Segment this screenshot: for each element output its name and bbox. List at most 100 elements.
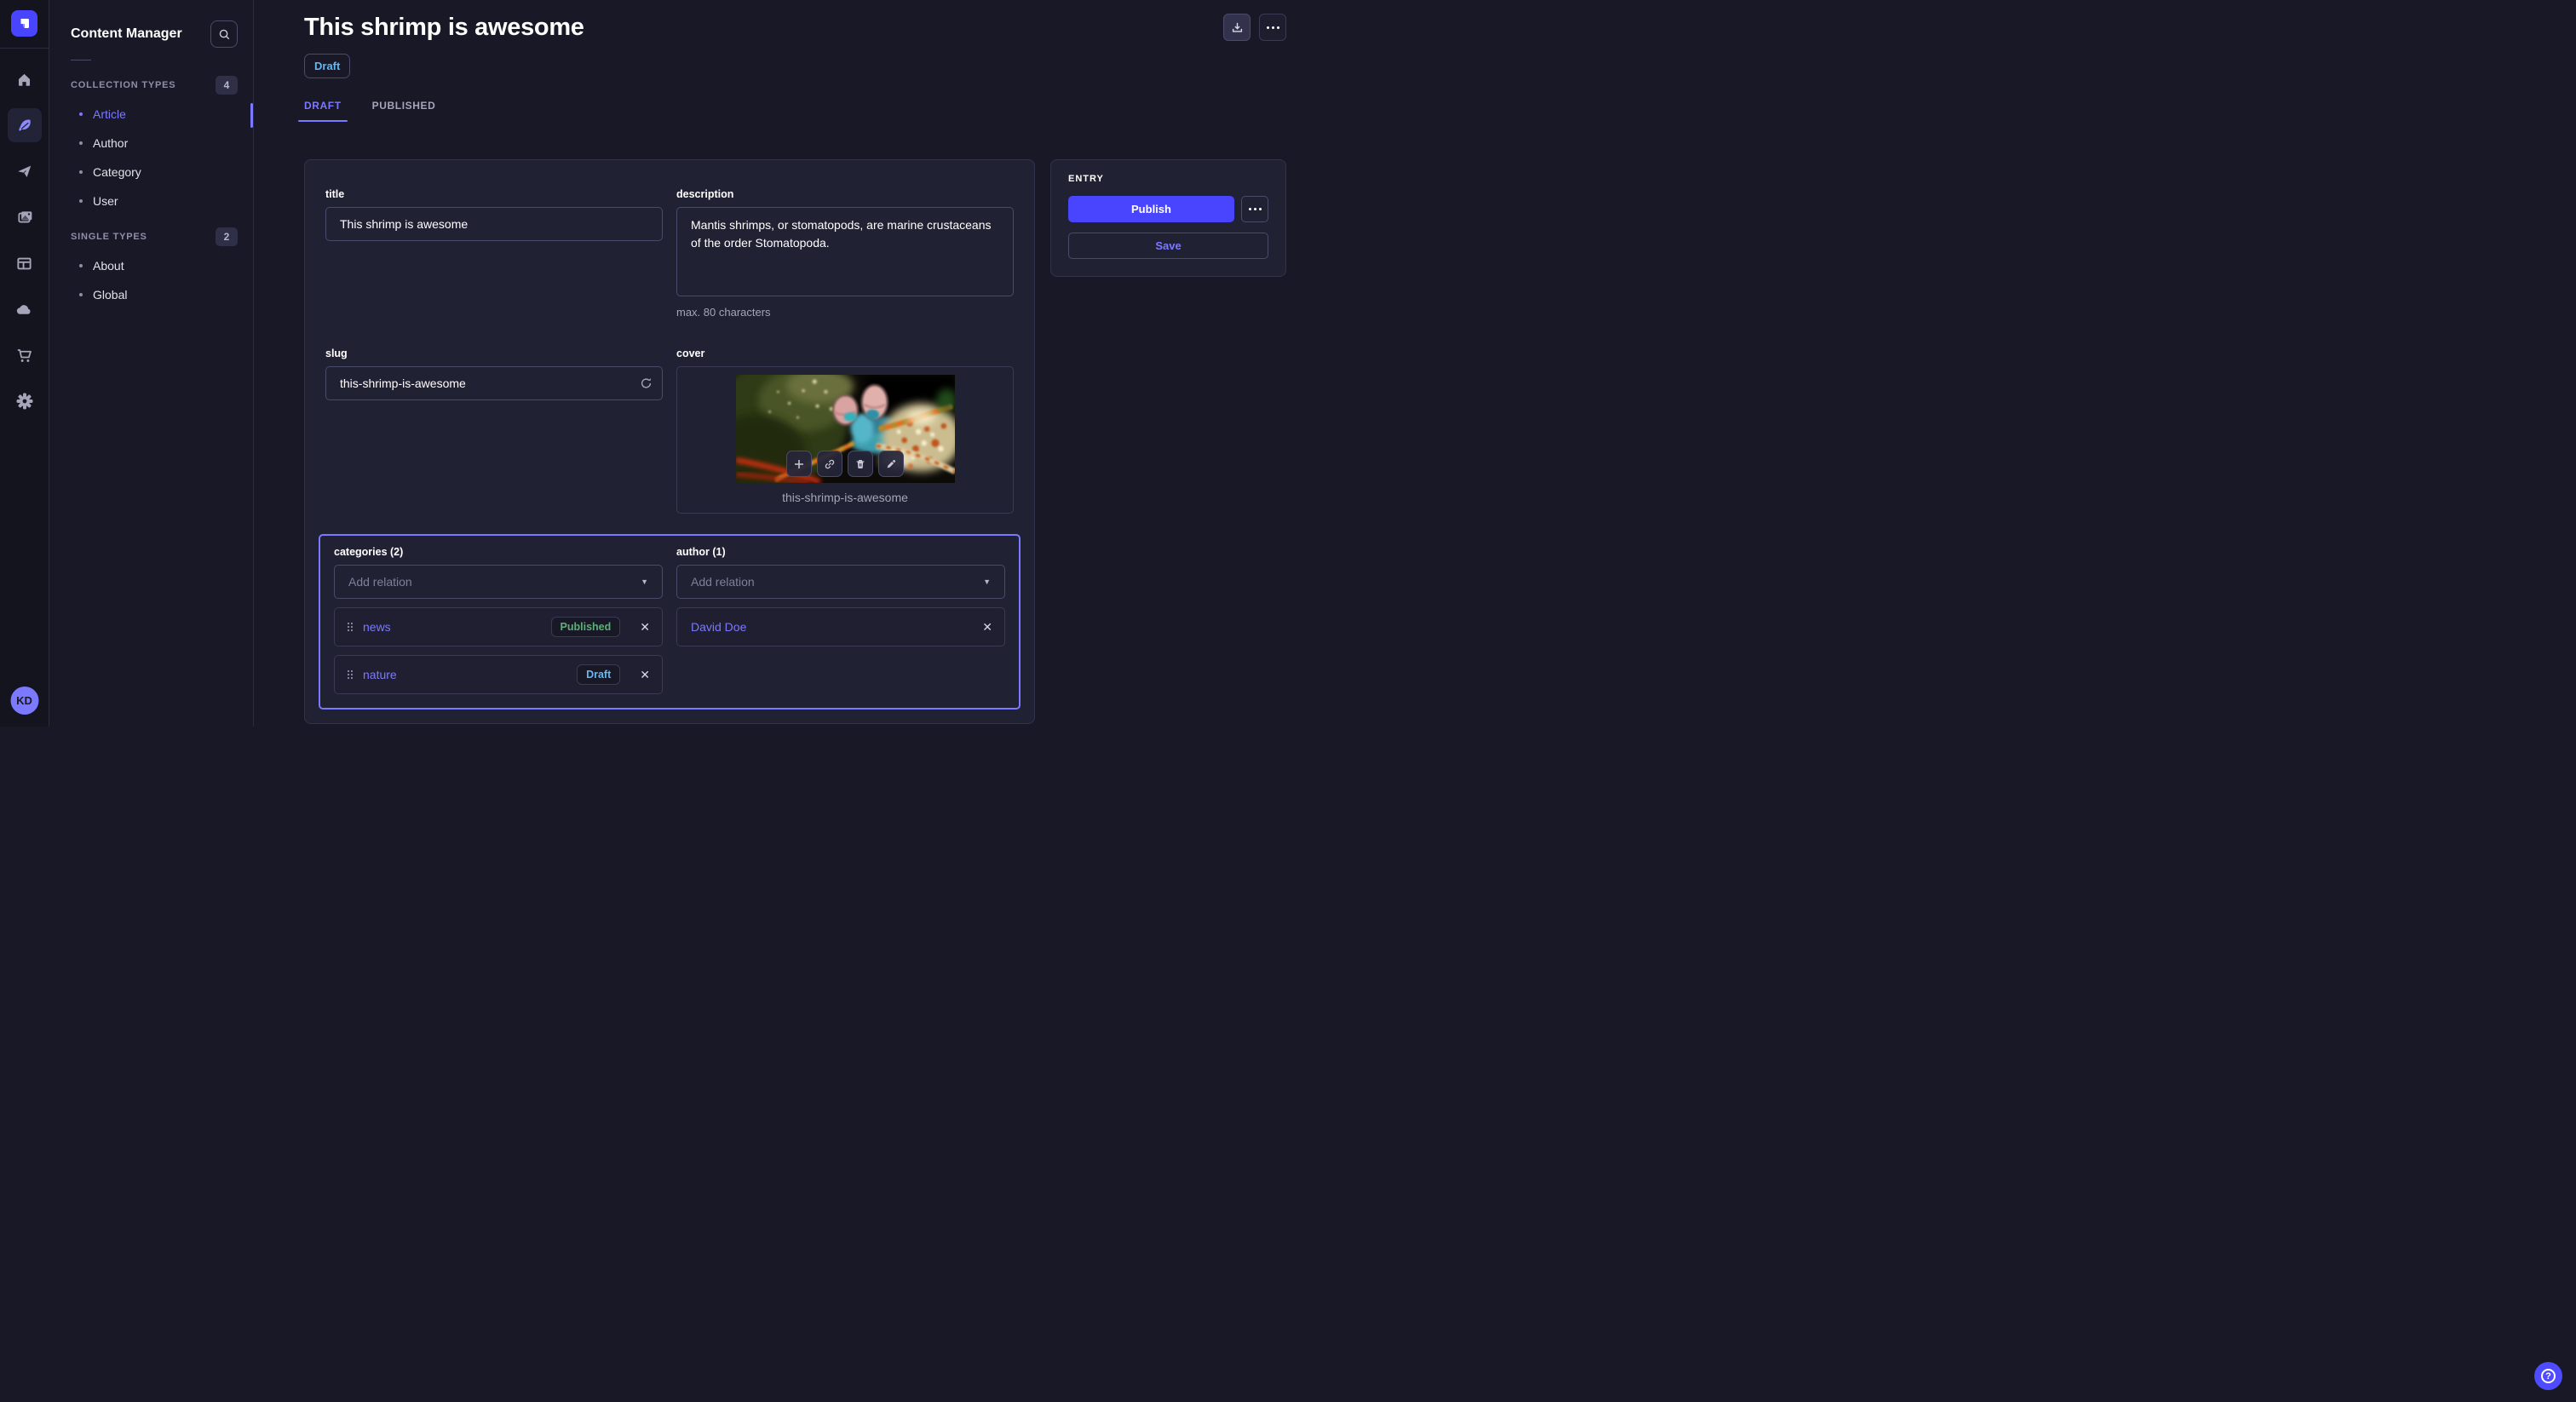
slug-input[interactable] xyxy=(325,366,663,400)
relation-item-nature: nature Draft ✕ xyxy=(334,655,663,694)
title-input[interactable] xyxy=(325,207,663,241)
drag-handle-icon[interactable] xyxy=(347,621,354,633)
single-types-label: SINGLE TYPES xyxy=(71,232,147,242)
description-hint: max. 80 characters xyxy=(676,306,1014,319)
sidebar-item-user[interactable]: User xyxy=(71,187,238,215)
status-badge: Draft xyxy=(304,54,350,78)
home-icon[interactable] xyxy=(8,62,42,96)
edit-asset-button[interactable] xyxy=(878,451,904,477)
cover-asset-card: this-shrimp-is-awesome xyxy=(676,366,1014,514)
remove-relation-icon[interactable]: ✕ xyxy=(640,669,650,681)
main-content: This shrimp is awesome Draft DRAFT PUBLI… xyxy=(254,0,1336,727)
sidebar-item-label: Article xyxy=(93,107,126,121)
sidebar-title: Content Manager xyxy=(71,26,182,42)
link-icon xyxy=(824,458,836,470)
sidebar-item-article[interactable]: Article xyxy=(71,100,238,129)
add-relation-placeholder: Add relation xyxy=(348,575,412,589)
help-button[interactable]: ? xyxy=(2534,1362,2562,1390)
slug-label: slug xyxy=(325,348,663,359)
cover-actions xyxy=(786,451,904,477)
bullet-icon xyxy=(79,264,83,267)
strapi-logo-icon xyxy=(17,16,32,31)
copy-link-button[interactable] xyxy=(817,451,842,477)
cover-field: cover xyxy=(676,348,1014,514)
categories-add-relation-select[interactable]: Add relation ▼ xyxy=(334,565,663,599)
single-types-count: 2 xyxy=(216,227,238,246)
drag-handle-icon[interactable] xyxy=(347,669,354,681)
download-icon xyxy=(1231,21,1244,34)
page-title: This shrimp is awesome xyxy=(304,14,584,42)
sidebar-item-label: About xyxy=(93,259,124,273)
entry-more-button[interactable] xyxy=(1241,196,1268,222)
add-relation-placeholder: Add relation xyxy=(691,575,755,589)
delete-asset-button[interactable] xyxy=(848,451,873,477)
relation-item-david-doe: David Doe ✕ xyxy=(676,607,1005,646)
description-field: description Mantis shrimps, or stomatopo… xyxy=(676,188,1014,319)
tab-draft[interactable]: DRAFT xyxy=(304,100,342,122)
relation-link[interactable]: David Doe xyxy=(691,620,963,634)
slug-field: slug xyxy=(325,348,663,514)
media-library-icon[interactable] xyxy=(8,200,42,234)
add-asset-button[interactable] xyxy=(786,451,812,477)
sidebar-item-global[interactable]: Global xyxy=(71,280,238,309)
collection-types-section: COLLECTION TYPES 4 Article Author Catego… xyxy=(49,76,253,215)
sidebar-item-label: Author xyxy=(93,136,128,150)
chevron-down-icon: ▼ xyxy=(641,577,648,586)
author-add-relation-select[interactable]: Add relation ▼ xyxy=(676,565,1005,599)
collection-types-label: COLLECTION TYPES xyxy=(71,80,175,90)
settings-gear-icon[interactable] xyxy=(8,384,42,418)
description-label: description xyxy=(676,188,1014,200)
plus-icon xyxy=(793,458,805,470)
content-type-builder-icon[interactable] xyxy=(8,246,42,280)
sidebar-item-author[interactable]: Author xyxy=(71,129,238,158)
refresh-icon xyxy=(640,377,653,390)
author-field: author (1) Add relation ▼ David Doe ✕ xyxy=(676,546,1005,694)
more-actions-button[interactable] xyxy=(1259,14,1286,41)
trash-icon xyxy=(854,458,866,470)
relation-link[interactable]: news xyxy=(363,620,542,634)
regenerate-slug-button[interactable] xyxy=(640,377,653,390)
logo-section xyxy=(0,0,49,49)
ellipsis-icon xyxy=(1249,208,1262,210)
relation-link[interactable]: nature xyxy=(363,668,567,681)
search-button[interactable] xyxy=(210,20,238,48)
collection-types-count: 4 xyxy=(216,76,238,95)
title-field: title xyxy=(325,188,663,319)
categories-label: categories (2) xyxy=(334,546,663,558)
remove-relation-icon[interactable]: ✕ xyxy=(982,621,992,633)
single-types-section: SINGLE TYPES 2 About Global xyxy=(49,227,253,309)
bullet-icon xyxy=(79,293,83,296)
export-button[interactable] xyxy=(1223,14,1251,41)
avatar[interactable]: KD xyxy=(10,687,38,715)
bullet-icon xyxy=(79,199,83,203)
content-manager-sidebar: Content Manager COLLECTION TYPES 4 Artic… xyxy=(49,0,254,727)
pencil-icon xyxy=(885,458,897,470)
deploy-cloud-icon[interactable] xyxy=(8,292,42,326)
chevron-down-icon: ▼ xyxy=(983,577,991,586)
title-label: title xyxy=(325,188,663,200)
content-manager-icon[interactable] xyxy=(8,108,42,142)
version-tabs: DRAFT PUBLISHED xyxy=(304,100,1286,122)
bullet-icon xyxy=(79,112,83,116)
tab-published[interactable]: PUBLISHED xyxy=(372,100,436,122)
relation-status-badge: Draft xyxy=(577,664,620,685)
entry-panel: ENTRY Publish Save xyxy=(1050,159,1286,277)
sidebar-item-about[interactable]: About xyxy=(71,251,238,280)
marketplace-cart-icon[interactable] xyxy=(8,338,42,372)
relation-item-news: news Published ✕ xyxy=(334,607,663,646)
workspace-rail: KD xyxy=(0,0,49,727)
relations-section-highlight: categories (2) Add relation ▼ news Publi… xyxy=(319,534,1021,710)
question-mark-icon: ? xyxy=(2541,1369,2556,1383)
sidebar-item-category[interactable]: Category xyxy=(71,158,238,187)
strapi-logo[interactable] xyxy=(11,10,37,37)
relation-status-badge: Published xyxy=(551,617,621,637)
rail-nav xyxy=(8,62,42,418)
save-button[interactable]: Save xyxy=(1068,233,1268,259)
remove-relation-icon[interactable]: ✕ xyxy=(640,621,650,633)
publish-button[interactable]: Publish xyxy=(1068,196,1234,222)
description-textarea[interactable]: Mantis shrimps, or stomatopods, are mari… xyxy=(676,207,1014,296)
sidebar-item-label: Category xyxy=(93,165,141,179)
transfer-icon[interactable] xyxy=(8,154,42,188)
bullet-icon xyxy=(79,170,83,174)
active-indicator xyxy=(250,103,253,128)
